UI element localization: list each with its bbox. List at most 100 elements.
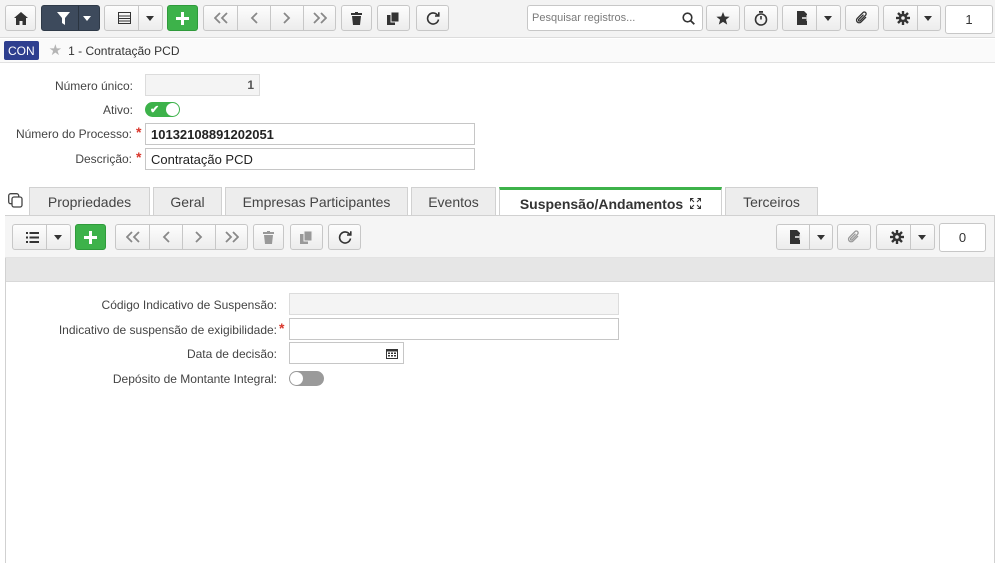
tab-eventos[interactable]: Eventos: [411, 187, 496, 216]
favorite-button[interactable]: [706, 5, 740, 31]
expand-icon[interactable]: [690, 198, 702, 209]
add-button[interactable]: [167, 5, 198, 31]
chevron-down-icon: [924, 15, 932, 21]
previous-record-button[interactable]: [237, 6, 270, 30]
page-title: 1 - Contratação PCD: [68, 43, 180, 58]
chevron-down-icon: [918, 234, 926, 240]
paperclip-icon: [847, 230, 859, 243]
indicativo-suspensao-field[interactable]: [289, 318, 619, 340]
tab-suspensao-andamentos[interactable]: Suspensão/Andamentos: [499, 187, 722, 217]
chevron-right-icon: [194, 231, 202, 243]
add-detail-button[interactable]: [75, 224, 106, 250]
list-icon: [26, 231, 39, 243]
grid-icon: [118, 12, 131, 24]
grid-view-button[interactable]: [104, 5, 163, 31]
tab-label: Suspensão/Andamentos: [519, 195, 684, 212]
codigo-suspensao-label: Código Indicativo de Suspensão:: [101, 298, 277, 312]
double-chevron-left-icon: [213, 12, 228, 24]
refresh-icon: [338, 231, 352, 244]
duplicate-detail-button[interactable]: [290, 224, 323, 250]
tab-terceiros[interactable]: Terceiros: [725, 187, 818, 216]
gear-icon: [896, 11, 910, 25]
file-export-icon: [789, 230, 802, 244]
descricao-label: Descrição:: [75, 152, 132, 166]
chevron-down-icon: [83, 15, 91, 21]
search-box: [527, 5, 703, 31]
tab-propriedades[interactable]: Propriedades: [29, 187, 150, 216]
tab-empresas-participantes[interactable]: Empresas Participantes: [225, 187, 408, 216]
indicativo-suspensao-label: Indicativo de suspensão de exigibilidade…: [58, 323, 277, 337]
chevron-down-icon: [817, 234, 825, 240]
tabs-menu-icon[interactable]: [8, 193, 23, 208]
list-view-button[interactable]: [12, 224, 71, 250]
numero-unico-label: Número único:: [54, 79, 133, 93]
chevron-down-icon: [824, 15, 832, 21]
ativo-label: Ativo:: [102, 103, 133, 117]
plus-icon: [176, 11, 189, 25]
duplicate-button[interactable]: [377, 5, 410, 31]
detail-record-count: 0: [939, 223, 986, 252]
next-record-button[interactable]: [182, 225, 215, 249]
filter-icon: [57, 11, 70, 25]
first-record-button[interactable]: [116, 225, 149, 249]
settings-button[interactable]: [883, 5, 941, 31]
last-record-button[interactable]: [215, 225, 248, 249]
chevron-left-icon: [162, 231, 170, 243]
descricao-field[interactable]: Contratação PCD: [145, 148, 475, 170]
double-chevron-left-icon: [125, 231, 140, 243]
trash-icon: [351, 11, 362, 25]
record-count: 1: [945, 5, 993, 34]
numero-unico-field: 1: [145, 74, 260, 96]
star-icon[interactable]: ★: [49, 43, 62, 58]
data-decisao-label: Data de decisão:: [186, 347, 277, 361]
filter-button[interactable]: [41, 5, 100, 31]
star-icon: [716, 11, 730, 25]
deposito-montante-label: Depósito de Montante Integral:: [112, 372, 277, 386]
chevron-down-icon: [54, 234, 62, 240]
refresh-button[interactable]: [416, 5, 449, 31]
codigo-suspensao-field: [289, 293, 619, 315]
refresh-detail-button[interactable]: [328, 224, 361, 250]
stopwatch-icon: [754, 10, 768, 26]
next-record-button[interactable]: [270, 6, 303, 30]
export-detail-button[interactable]: [776, 224, 833, 250]
copy-icon: [300, 230, 313, 244]
deposito-montante-toggle[interactable]: [289, 371, 324, 386]
search-input[interactable]: [528, 12, 678, 24]
calendar-icon[interactable]: [386, 348, 398, 359]
main-toolbar: 1: [0, 0, 995, 38]
data-decisao-field[interactable]: [289, 342, 404, 364]
tab-geral[interactable]: Geral: [153, 187, 222, 216]
ativo-toggle[interactable]: ✔: [145, 102, 180, 117]
home-icon: [13, 11, 28, 25]
required-indicator: *: [136, 149, 142, 165]
numero-processo-field[interactable]: 10132108891202051: [145, 123, 475, 145]
first-record-button[interactable]: [204, 6, 237, 30]
file-export-icon: [796, 11, 809, 25]
delete-detail-button[interactable]: [253, 224, 284, 250]
module-badge: CON: [4, 41, 39, 60]
check-icon: ✔: [150, 104, 160, 116]
detail-record-navigation: [115, 224, 248, 250]
copy-icon: [387, 11, 400, 25]
plus-icon: [84, 230, 97, 244]
refresh-icon: [426, 12, 440, 25]
double-chevron-right-icon: [312, 12, 327, 24]
chevron-left-icon: [250, 12, 258, 24]
export-button[interactable]: [782, 5, 841, 31]
previous-record-button[interactable]: [149, 225, 182, 249]
chevron-right-icon: [282, 12, 290, 24]
gear-icon: [889, 230, 904, 244]
attach-detail-button[interactable]: [837, 224, 871, 250]
home-button[interactable]: [5, 5, 36, 31]
record-navigation: [203, 5, 336, 31]
last-record-button[interactable]: [303, 6, 336, 30]
settings-detail-button[interactable]: [876, 224, 935, 250]
delete-button[interactable]: [341, 5, 372, 31]
timer-button[interactable]: [744, 5, 778, 31]
search-icon[interactable]: [682, 11, 695, 25]
attach-button[interactable]: [845, 5, 879, 31]
trash-icon: [263, 230, 274, 244]
numero-processo-label: Número do Processo:: [15, 127, 132, 141]
paperclip-icon: [855, 11, 867, 24]
